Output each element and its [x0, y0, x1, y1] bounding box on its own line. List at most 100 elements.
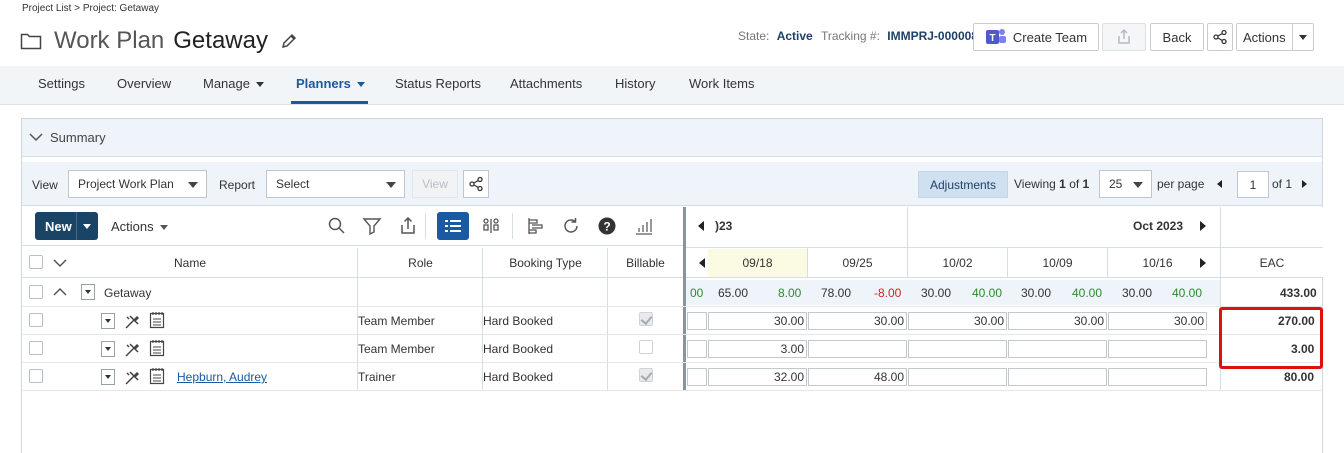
- hours-input[interactable]: [1108, 340, 1207, 358]
- actions-dropdown[interactable]: Actions: [1236, 23, 1314, 51]
- folder-icon: [20, 33, 42, 50]
- search-icon[interactable]: [327, 216, 347, 236]
- filter-icon[interactable]: [362, 216, 382, 236]
- row-role: Team Member: [358, 342, 435, 356]
- select-all-checkbox[interactable]: [29, 255, 43, 269]
- col-header-billable[interactable]: Billable: [608, 248, 683, 278]
- next-month-icon[interactable]: [1200, 221, 1206, 231]
- hours-input-partial[interactable]: [687, 312, 707, 330]
- chevron-down-icon[interactable]: [29, 132, 43, 142]
- tools-icon[interactable]: [124, 314, 140, 330]
- edit-pencil-icon[interactable]: [280, 32, 298, 50]
- chevron-up-icon[interactable]: [53, 287, 67, 297]
- viewing-current: 1: [1059, 177, 1066, 191]
- resource-icon[interactable]: [481, 216, 501, 236]
- row-checkbox[interactable]: [29, 341, 43, 355]
- row-menu-dropdown[interactable]: [101, 369, 115, 385]
- per-page-select[interactable]: 25: [1099, 170, 1152, 198]
- row-role: Trainer: [358, 370, 396, 384]
- back-button[interactable]: Back: [1150, 23, 1204, 51]
- summary-eac: 433.00: [1280, 286, 1317, 300]
- summary-bar[interactable]: [22, 119, 1322, 157]
- hours-input-partial[interactable]: [687, 368, 707, 386]
- create-team-button[interactable]: T Create Team: [973, 23, 1099, 51]
- row-role: Team Member: [358, 314, 435, 328]
- page-input[interactable]: 1: [1237, 171, 1269, 198]
- col-header-role[interactable]: Role: [358, 248, 483, 278]
- create-team-label: Create Team: [1012, 29, 1088, 45]
- hours-input[interactable]: 32.00: [708, 368, 807, 386]
- row-menu-dropdown[interactable]: [81, 284, 95, 300]
- hours-input-partial[interactable]: [687, 340, 707, 358]
- prev-page-icon[interactable]: [1217, 180, 1222, 188]
- tab-work-items[interactable]: Work Items: [689, 76, 755, 91]
- month-left-label: )23: [715, 219, 733, 233]
- hours-input[interactable]: 3.00: [708, 340, 807, 358]
- row-booking-type: Hard Booked: [483, 342, 554, 356]
- list-view-button[interactable]: [437, 212, 469, 240]
- hours-input[interactable]: [1108, 368, 1207, 386]
- report-select[interactable]: Select: [266, 170, 405, 198]
- hours-input[interactable]: 30.00: [708, 312, 807, 330]
- hours-input[interactable]: 30.00: [1008, 312, 1107, 330]
- row-checkbox[interactable]: [29, 313, 43, 327]
- next-page-icon[interactable]: [1302, 180, 1307, 188]
- col-header-name[interactable]: Name: [22, 248, 358, 278]
- hours-input[interactable]: 30.00: [1108, 312, 1207, 330]
- chart-icon[interactable]: [634, 216, 654, 236]
- tools-icon[interactable]: [124, 370, 140, 386]
- export-button[interactable]: [1102, 23, 1146, 51]
- new-button[interactable]: New: [35, 212, 98, 240]
- hours-input[interactable]: [908, 340, 1007, 358]
- week-header: 10/16: [1142, 256, 1173, 270]
- hours-input[interactable]: [1008, 368, 1107, 386]
- svg-text:T: T: [989, 33, 995, 44]
- hours-input[interactable]: 30.00: [908, 312, 1007, 330]
- notes-icon[interactable]: [149, 311, 165, 329]
- col-header-booking[interactable]: Booking Type: [483, 248, 608, 278]
- prev-month-icon[interactable]: [698, 221, 704, 231]
- tab-planners[interactable]: Planners: [296, 76, 365, 91]
- help-icon[interactable]: ?: [597, 216, 617, 236]
- prev-week-icon[interactable]: [699, 258, 705, 268]
- tab-overview[interactable]: Overview: [117, 76, 171, 91]
- tab-manage[interactable]: Manage: [203, 76, 264, 91]
- export-icon[interactable]: [398, 216, 418, 236]
- chevron-down-icon[interactable]: [53, 258, 67, 268]
- billable-checkbox[interactable]: [639, 340, 653, 354]
- next-week-icon[interactable]: [1200, 258, 1206, 268]
- share-button[interactable]: [1207, 23, 1233, 51]
- hours-input[interactable]: [908, 368, 1007, 386]
- tab-history[interactable]: History: [615, 76, 655, 91]
- notes-icon[interactable]: [149, 367, 165, 385]
- chevron-down-icon: [255, 82, 264, 88]
- row-menu-dropdown[interactable]: [101, 313, 115, 329]
- hours-input[interactable]: 30.00: [808, 312, 907, 330]
- row-checkbox[interactable]: [29, 369, 43, 383]
- view-button[interactable]: View: [412, 170, 458, 198]
- hours-input[interactable]: 48.00: [808, 368, 907, 386]
- tab-settings[interactable]: Settings: [38, 76, 85, 91]
- hours-input[interactable]: [1008, 340, 1107, 358]
- per-page-value: 25: [1109, 177, 1123, 191]
- share-report-button[interactable]: [463, 170, 489, 198]
- chevron-down-icon: [386, 182, 396, 188]
- grid-actions-dropdown[interactable]: Actions: [111, 219, 168, 234]
- tab-status-reports[interactable]: Status Reports: [395, 76, 481, 91]
- gantt-icon[interactable]: [526, 216, 546, 236]
- tab-attachments[interactable]: Attachments: [510, 76, 582, 91]
- billable-checkbox: [639, 368, 653, 382]
- hours-input[interactable]: [808, 340, 907, 358]
- week-header: 09/25: [842, 256, 873, 270]
- col-header-eac[interactable]: EAC: [1221, 248, 1323, 278]
- tools-icon[interactable]: [124, 342, 140, 358]
- row-menu-dropdown[interactable]: [101, 341, 115, 357]
- refresh-icon[interactable]: [561, 216, 581, 236]
- view-select[interactable]: Project Work Plan: [68, 170, 207, 198]
- breadcrumb[interactable]: Project List > Project: Getaway: [22, 3, 159, 14]
- col-role-label: Role: [408, 255, 433, 270]
- adjustments-button[interactable]: Adjustments: [918, 171, 1008, 198]
- resource-link[interactable]: Hepburn, Audrey: [177, 370, 267, 384]
- row-checkbox[interactable]: [29, 285, 43, 299]
- notes-icon[interactable]: [149, 339, 165, 357]
